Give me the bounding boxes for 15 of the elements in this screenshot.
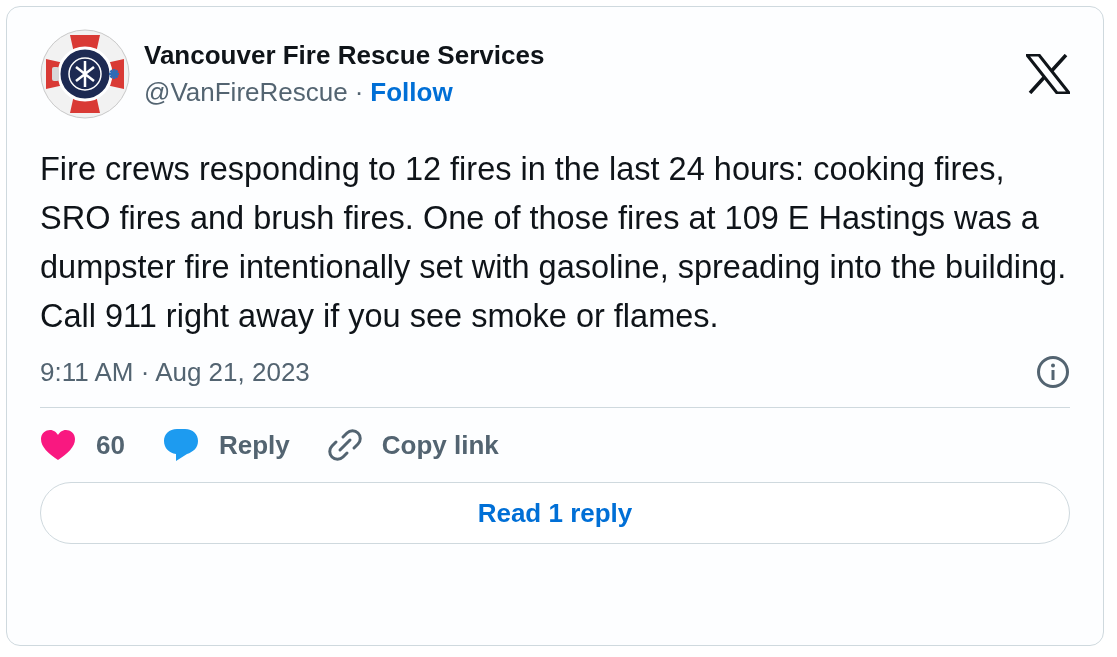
heart-icon	[40, 429, 76, 461]
author-handle[interactable]: @VanFireRescue	[144, 77, 348, 108]
timestamp[interactable]: 9:11 AM · Aug 21, 2023	[40, 356, 310, 388]
author-name[interactable]: Vancouver Fire Rescue Services	[144, 40, 1012, 71]
tweet-text: Fire crews responding to 12 fires in the last 24 hours: cooking fires, SRO fires and brush fires. One of those fires at 109 E Hastings was a dumpster fire intentionally set with gasoline, spreading into the building. Call 911 right away if you see smoke or flames.	[40, 150, 1068, 336]
separator-dot: ·	[354, 77, 364, 108]
reply-button[interactable]: Reply	[162, 422, 290, 468]
follow-link[interactable]: Follow	[370, 77, 453, 108]
link-icon	[327, 428, 362, 462]
like-button[interactable]: 60	[40, 423, 125, 467]
speech-bubble-icon	[162, 428, 199, 462]
x-logo-icon[interactable]	[1026, 54, 1070, 94]
info-icon[interactable]	[1036, 355, 1070, 389]
read-replies-button[interactable]: Read 1 reply	[40, 482, 1070, 544]
copy-link-button[interactable]: Copy link	[327, 422, 499, 468]
